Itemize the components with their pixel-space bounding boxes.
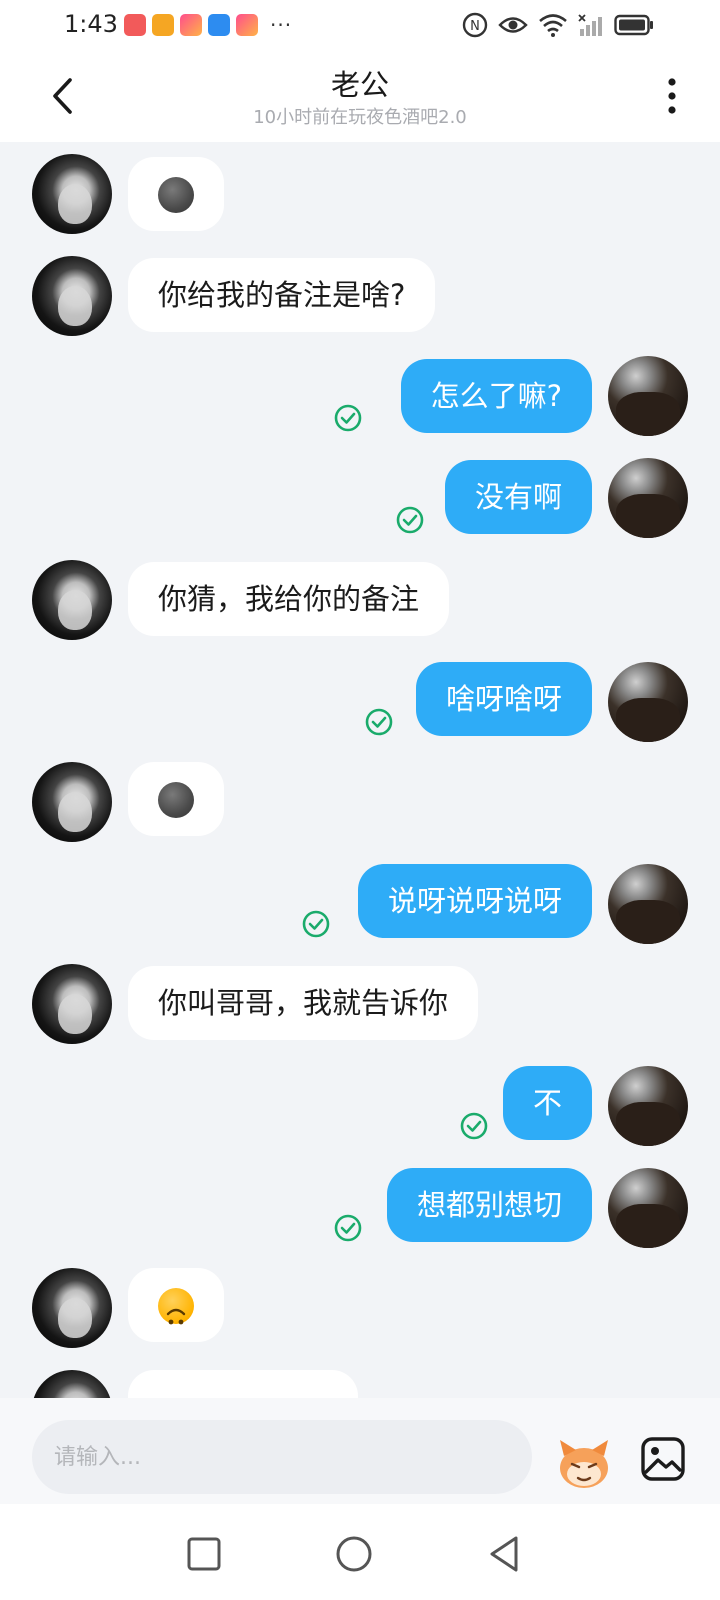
contact-avatar[interactable] [32,154,112,234]
more-notifications-icon: ··· [270,13,293,37]
video-app-icon [180,14,202,36]
contact-avatar[interactable] [32,1370,112,1398]
new-moon-face-emoji [158,177,194,213]
my-avatar[interactable] [608,458,688,538]
contact-avatar[interactable] [32,762,112,842]
home-button[interactable] [334,1534,374,1574]
nfc-icon: N [462,12,488,38]
cloud-app-icon [208,14,230,36]
message-bubble[interactable]: 没有啊 [444,460,592,534]
read-check-icon [334,1214,362,1242]
contact-avatar[interactable] [32,964,112,1044]
my-avatar[interactable] [608,864,688,944]
contact-name: 老公 [330,68,389,102]
chat-header: 老公 10小时前在玩夜色酒吧2.0 [0,50,720,142]
message-bubble[interactable]: 你叫哥哥，我就告诉你 [128,966,479,1040]
notification-icons: ··· [124,13,292,37]
read-check-icon [396,506,424,534]
read-check-icon [365,708,393,736]
message-bubble[interactable]: 不 [502,1066,592,1140]
my-avatar[interactable] [608,1066,688,1146]
message-bubble[interactable] [128,1268,224,1342]
message-bubble-partial[interactable] [128,1370,358,1398]
input-bar [0,1398,720,1504]
upside-down-face-features [166,1308,186,1325]
message-bubble[interactable]: 你猜，我给你的备注 [128,562,450,636]
upside-down-face-emoji [158,1288,194,1325]
new-moon-face-emoji [158,782,194,818]
system-navigation-bar [0,1504,720,1600]
message-bubble[interactable]: 你给我的备注是啥? [128,258,436,332]
wifi-icon [539,14,567,37]
more-options-button[interactable] [664,76,680,116]
contact-avatar[interactable] [32,1268,112,1348]
read-check-icon [334,404,362,432]
system-icons: N [462,12,654,38]
sticker-button[interactable] [554,1434,614,1494]
battery-icon [614,14,653,36]
message-list[interactable]: 你给我的备注是啥? 怎么了嘛? 没有啊 你猜，我给你的备注 啥呀啥呀 说呀说呀说… [0,142,720,1398]
message-bubble[interactable]: 怎么了嘛? [400,359,592,433]
video-app-icon-2 [236,14,258,36]
gift-app-icon [152,14,174,36]
message-bubble[interactable] [128,762,224,836]
status-time: 1:43 [64,10,118,38]
shopping-app-icon [124,14,146,36]
recent-apps-button[interactable] [184,1534,224,1574]
eye-icon [498,17,528,33]
message-bubble[interactable]: 想都别想切 [386,1168,592,1242]
signal-icon [578,14,602,36]
message-bubble[interactable]: 说呀说呀说呀 [357,864,592,938]
contact-avatar[interactable] [32,256,112,336]
back-nav-button[interactable] [484,1534,524,1574]
contact-avatar[interactable] [32,560,112,640]
my-avatar[interactable] [608,356,688,436]
read-check-icon [302,910,330,938]
my-avatar[interactable] [608,662,688,742]
read-check-icon [460,1112,488,1140]
my-avatar[interactable] [608,1168,688,1248]
message-bubble[interactable] [128,157,224,231]
message-bubble[interactable]: 啥呀啥呀 [415,662,592,736]
contact-status: 10小时前在玩夜色酒吧2.0 [253,107,467,128]
svg-text:N: N [470,19,480,34]
message-input[interactable] [32,1420,532,1494]
image-button[interactable] [640,1436,686,1482]
status-bar: 1:43 ··· N [0,0,720,50]
